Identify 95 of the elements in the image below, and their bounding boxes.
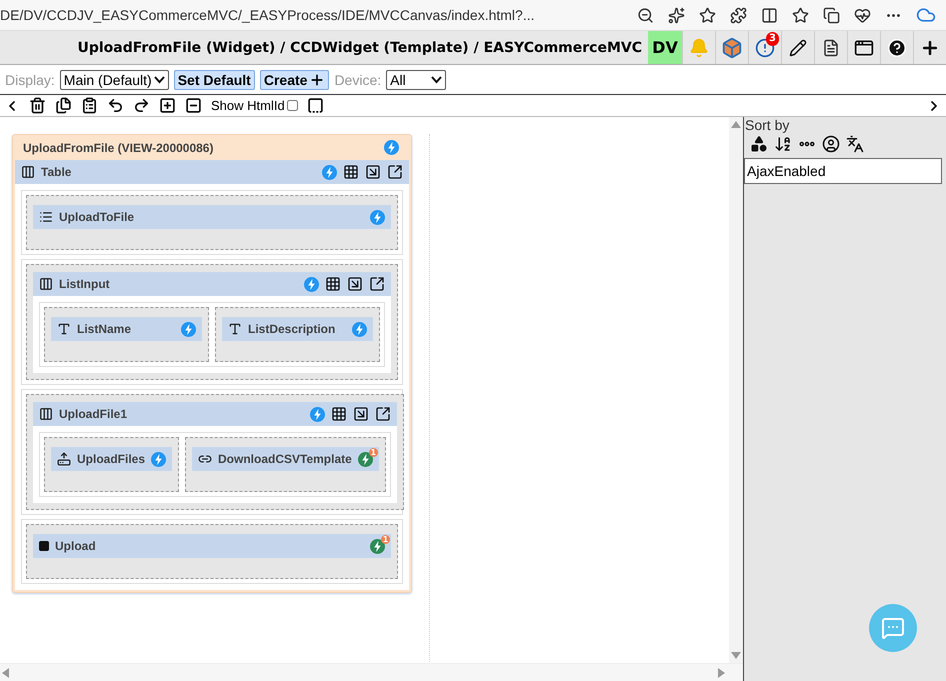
square-icon bbox=[39, 541, 49, 551]
display-label: Display: bbox=[5, 72, 55, 88]
table-icon bbox=[21, 165, 35, 179]
cube-icon bbox=[721, 36, 743, 58]
undo-icon[interactable] bbox=[107, 97, 124, 114]
drop-icon[interactable] bbox=[306, 97, 324, 114]
view-title: UploadFromFile (VIEW-20000086) bbox=[23, 140, 214, 154]
help-icon bbox=[887, 38, 907, 58]
device-label: Device: bbox=[334, 72, 382, 88]
resize-icon[interactable] bbox=[352, 406, 369, 422]
pencil-icon bbox=[789, 38, 807, 56]
vertical-scrollbar[interactable] bbox=[729, 117, 743, 663]
grid-icon[interactable] bbox=[343, 164, 359, 180]
lightning-icon[interactable] bbox=[370, 210, 385, 224]
dv-tab[interactable]: DV bbox=[648, 31, 682, 64]
widget-name: ListInput bbox=[59, 277, 111, 291]
event-count: 1 bbox=[368, 448, 378, 456]
event-count: 1 bbox=[381, 534, 390, 544]
read-aloud-icon[interactable] bbox=[668, 6, 685, 24]
copy-icon[interactable] bbox=[55, 97, 72, 114]
widget-header[interactable]: Table bbox=[15, 160, 409, 184]
lightning-icon[interactable] bbox=[322, 164, 337, 180]
upload-icon bbox=[57, 452, 71, 466]
grid-icon[interactable] bbox=[325, 276, 341, 292]
set-default-button[interactable]: Set Default bbox=[174, 70, 255, 90]
widget-name: Upload bbox=[55, 539, 97, 553]
alert-button[interactable]: 3 bbox=[748, 31, 781, 64]
chat-icon bbox=[881, 616, 905, 640]
resize-icon[interactable] bbox=[365, 164, 381, 180]
resize-icon[interactable] bbox=[347, 276, 363, 292]
paste-icon[interactable] bbox=[81, 97, 98, 114]
widget-name: ListDescription bbox=[248, 322, 336, 336]
address-text[interactable]: DE/DV/CCDJV_EASYCommerceMVC/_EASYProcess/IDE/MVCCanvas/index.html?... bbox=[0, 7, 623, 23]
dropdown-icon bbox=[154, 76, 165, 84]
favorite-icon[interactable] bbox=[699, 6, 716, 24]
widget-name: UploadToFile bbox=[59, 210, 136, 224]
lightning-icon[interactable] bbox=[384, 140, 399, 155]
lightning-icon[interactable] bbox=[352, 322, 367, 336]
open-icon[interactable] bbox=[374, 406, 391, 422]
display-select[interactable]: Main (Default) bbox=[60, 70, 169, 90]
plus-icon bbox=[309, 72, 326, 88]
widget-name: UploadFiles bbox=[77, 452, 146, 466]
zoom-out-icon[interactable] bbox=[637, 6, 654, 24]
lightning-icon[interactable] bbox=[304, 276, 319, 292]
create-button[interactable]: Create bbox=[260, 70, 330, 90]
widget-header[interactable]: ListName bbox=[51, 317, 202, 341]
widget-header[interactable]: ListDescription bbox=[222, 317, 373, 341]
show-htmlid-checkbox[interactable] bbox=[286, 100, 298, 111]
collections-icon[interactable] bbox=[823, 6, 840, 24]
split-screen-icon[interactable] bbox=[761, 6, 778, 24]
lightning-icon[interactable] bbox=[181, 322, 196, 336]
table-icon bbox=[39, 407, 53, 421]
sort-az-icon[interactable] bbox=[774, 135, 792, 153]
widget-name: DownloadCSVTemplate bbox=[218, 452, 352, 466]
shapes-icon[interactable] bbox=[750, 135, 768, 153]
favorites-icon[interactable] bbox=[792, 6, 809, 24]
lightning-icon[interactable] bbox=[151, 452, 166, 466]
user-icon[interactable] bbox=[822, 135, 840, 153]
delete-icon[interactable] bbox=[29, 97, 46, 114]
device-select[interactable]: All bbox=[386, 70, 446, 90]
list-icon bbox=[39, 210, 53, 224]
widget-header[interactable]: ListInput bbox=[33, 272, 391, 296]
bell-icon bbox=[689, 38, 709, 58]
lightning-icon[interactable] bbox=[370, 538, 385, 554]
lightning-icon[interactable] bbox=[358, 452, 373, 466]
dropdown-icon bbox=[431, 76, 442, 84]
search-field[interactable]: AjaxEnabled bbox=[744, 158, 942, 184]
translate-icon[interactable] bbox=[846, 135, 864, 153]
widget-header[interactable]: UploadFiles bbox=[51, 447, 172, 471]
textbox-icon bbox=[57, 322, 71, 336]
horizontal-scrollbar[interactable] bbox=[0, 663, 743, 681]
show-htmlid-label: Show HtmlId bbox=[211, 98, 285, 113]
widget-header[interactable]: Upload 1 bbox=[33, 534, 391, 558]
table-icon bbox=[39, 277, 53, 291]
widget-name: UploadFile1 bbox=[59, 407, 128, 421]
grid-icon[interactable] bbox=[330, 406, 347, 422]
widget-name: ListName bbox=[77, 322, 132, 336]
extensions-icon[interactable] bbox=[730, 6, 747, 24]
collapse-all-icon[interactable] bbox=[185, 97, 202, 114]
health-icon[interactable] bbox=[854, 6, 871, 24]
alert-count: 3 bbox=[766, 32, 779, 46]
widget-name: Table bbox=[41, 165, 72, 179]
widget-header[interactable]: UploadFile1 bbox=[33, 402, 397, 426]
sort-title: Sort by bbox=[744, 117, 790, 133]
open-icon[interactable] bbox=[369, 276, 385, 292]
open-icon[interactable] bbox=[387, 164, 403, 180]
widget-header[interactable]: DownloadCSVTemplate 1 bbox=[192, 447, 379, 471]
document-icon bbox=[822, 38, 840, 56]
window-icon bbox=[854, 38, 874, 58]
redo-icon[interactable] bbox=[133, 97, 150, 114]
lightning-icon[interactable] bbox=[310, 406, 325, 422]
breadcrumb: UploadFromFile (Widget) / CCDWidget (Template) / EASYCommerceMVC bbox=[77, 40, 643, 56]
expand-all-icon[interactable] bbox=[159, 97, 176, 114]
widget-header[interactable]: UploadToFile bbox=[33, 205, 391, 229]
textbox-icon bbox=[228, 322, 242, 336]
